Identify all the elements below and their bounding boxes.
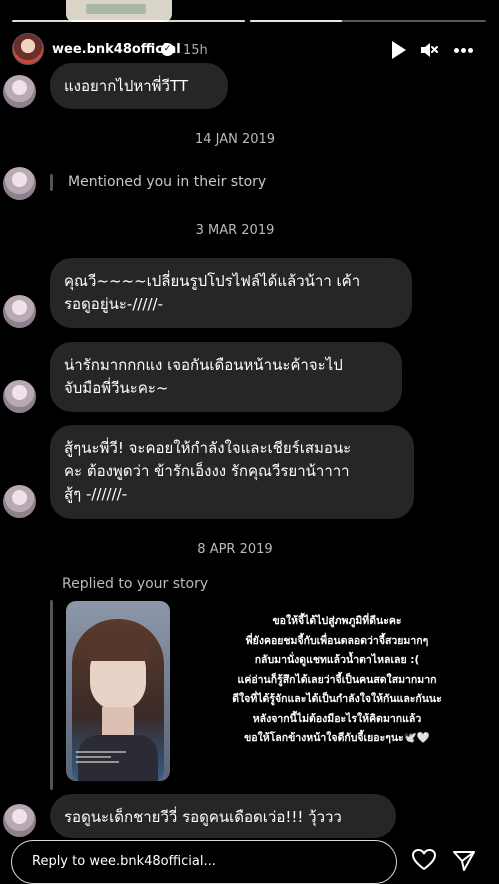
- more-options-icon[interactable]: [454, 40, 474, 60]
- story-progress-bar-1: [12, 20, 245, 22]
- message-bubble: สู้ๆนะพี่วี! จะคอยให้กำลังใจและเชียร์เสม…: [50, 425, 414, 519]
- send-icon[interactable]: [452, 849, 476, 873]
- avatar: [3, 295, 36, 328]
- message-bubble: น่ารักมากกกแง เจอกันเดือนหน้านะค้าจะไป จ…: [50, 342, 402, 412]
- avatar: [3, 75, 36, 108]
- reply-indicator: [50, 600, 53, 790]
- date-divider: 3 MAR 2019: [195, 223, 275, 238]
- message-bubble: แงอยากไปหาพี่วีTT: [50, 63, 228, 109]
- story-thumbnail[interactable]: [66, 601, 170, 781]
- avatar[interactable]: [12, 33, 44, 65]
- story-preview-thumbnail: [66, 0, 172, 22]
- mention-text: Mentioned you in their story: [68, 174, 267, 190]
- avatar: [3, 167, 36, 200]
- date-divider: 8 APR 2019: [197, 542, 273, 557]
- post-time: 15h: [183, 43, 208, 58]
- mention-indicator: [50, 174, 53, 191]
- reply-placeholder: Reply to wee.bnk48official...: [32, 854, 216, 869]
- avatar: [3, 380, 36, 413]
- mute-icon[interactable]: [419, 40, 439, 60]
- avatar: [3, 485, 36, 518]
- story-caption-text: ขอให้จี้ได้ไปสู่ภพภูมิที่ดีนะคะ พี่ยังคอ…: [232, 615, 442, 744]
- date-divider: 14 JAN 2019: [194, 132, 276, 147]
- reply-input[interactable]: Reply to wee.bnk48official...: [11, 840, 397, 884]
- message-bubble: คุณวี~~~~เปลี่ยนรูปโปรไฟล์ได้แล้วน้าา เค…: [50, 258, 412, 328]
- verified-badge-icon: ✓: [161, 43, 174, 56]
- message-bubble: รอดูนะเด็กชายวีวี่ รอดูคนเดือดเว่อ!!! วุ…: [50, 794, 396, 838]
- play-icon[interactable]: [389, 40, 409, 60]
- story-progress-bar-2-fill: [250, 20, 342, 22]
- avatar: [3, 804, 36, 837]
- heart-icon[interactable]: [411, 848, 437, 872]
- replied-to-story-label: Replied to your story: [62, 576, 209, 592]
